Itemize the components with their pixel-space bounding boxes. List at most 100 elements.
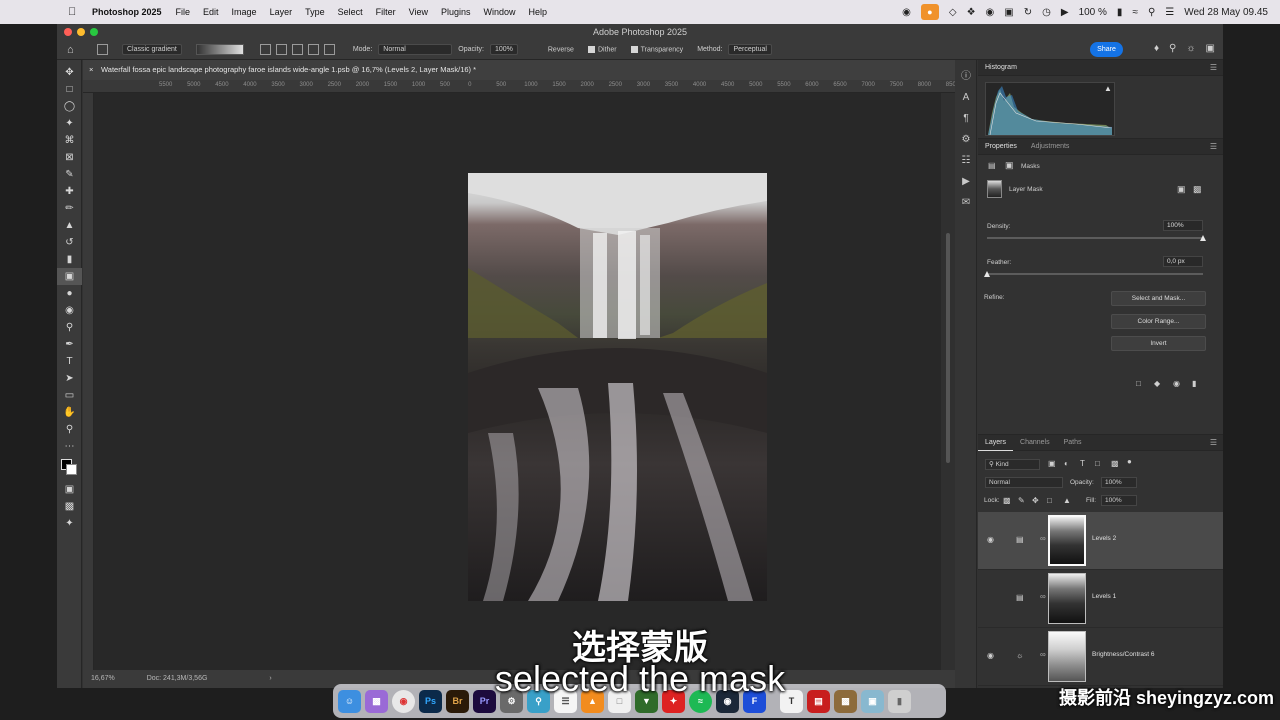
control-center-icon[interactable]: ☰	[1165, 7, 1174, 18]
bell-icon[interactable]: ♦	[1154, 43, 1159, 54]
comments-icon[interactable]: ✉	[955, 192, 977, 213]
app-status-icon[interactable]: ❖	[967, 7, 976, 18]
path-selection-tool-icon[interactable]: ➤	[57, 370, 82, 387]
radial-gradient-button[interactable]	[275, 44, 287, 55]
load-selection-icon[interactable]: □	[1136, 379, 1141, 388]
add-mask-icon[interactable]: ▩	[1193, 184, 1202, 195]
crop-tool-icon[interactable]: ⌘	[57, 132, 82, 149]
histogram-warning-icon[interactable]: ▲	[1104, 84, 1112, 93]
play-icon[interactable]: ▶	[1061, 7, 1069, 18]
waterfall-image[interactable]	[468, 173, 767, 601]
filter-type-icon[interactable]: T	[1080, 459, 1085, 468]
mask-link-icon[interactable]: ∞	[1040, 534, 1046, 543]
visibility-eye-icon[interactable]: ◉	[987, 535, 994, 544]
menu-view[interactable]: View	[409, 7, 428, 17]
method-dropdown[interactable]: Perceptual	[728, 44, 772, 55]
tab-properties[interactable]: Properties	[978, 139, 1024, 155]
app-name-menu[interactable]: Photoshop 2025	[92, 7, 162, 17]
color-range-button[interactable]: Color Range...	[1111, 314, 1206, 329]
tab-paths[interactable]: Paths	[1057, 435, 1089, 451]
minimize-window-button[interactable]	[77, 28, 85, 36]
home-icon[interactable]: ⌂	[67, 44, 87, 56]
zoom-lens-tool-icon[interactable]: ⚲	[57, 319, 82, 336]
navigator-icon[interactable]: ⚙	[955, 129, 977, 150]
marquee-tool-icon[interactable]: □	[57, 81, 82, 98]
tab-layers[interactable]: Layers	[978, 435, 1014, 451]
clock-text[interactable]: Wed 28 May 09.45	[1184, 7, 1268, 18]
mode-dropdown[interactable]: Normal	[378, 44, 453, 55]
eraser-tool-icon[interactable]: ▮	[57, 251, 82, 268]
tab-adjustments[interactable]: Adjustments	[1024, 139, 1077, 155]
pen-tool-icon[interactable]: ✒	[57, 336, 82, 353]
share-button[interactable]: Share	[1090, 42, 1123, 57]
wifi-status-icon[interactable]: ≈	[1132, 7, 1138, 18]
info-icon[interactable]: ⓘ	[955, 66, 977, 87]
filter-pixel-icon[interactable]: ▣	[1048, 459, 1056, 468]
filter-toggle-icon[interactable]: ●	[1127, 457, 1132, 466]
filter-smart-object-icon[interactable]: ▩	[1111, 459, 1119, 468]
screen-mode-icon[interactable]: ▩	[57, 498, 82, 515]
clock-icon[interactable]: ◷	[1042, 7, 1051, 18]
menu-window[interactable]: Window	[484, 7, 516, 17]
layer-name[interactable]: Levels 1	[1092, 593, 1116, 600]
layer-mask-thumbnail-selected[interactable]	[1048, 515, 1086, 566]
density-slider-knob[interactable]	[1200, 235, 1206, 241]
filter-shape-icon[interactable]: □	[1095, 459, 1100, 468]
background-color-swatch[interactable]	[66, 464, 77, 475]
menu-plugins[interactable]: Plugins	[441, 7, 471, 17]
lock-all-icon[interactable]: ▲	[1063, 496, 1071, 505]
lasso-tool-icon[interactable]: ◯	[57, 98, 82, 115]
fill-field[interactable]: 100%	[1101, 495, 1137, 506]
angle-gradient-button[interactable]	[291, 44, 303, 55]
character-icon[interactable]: A	[955, 87, 977, 108]
move-tool-icon[interactable]: ✥	[57, 64, 82, 81]
eyedropper-tool-icon[interactable]: ✎	[57, 166, 82, 183]
menu-image[interactable]: Image	[232, 7, 257, 17]
history-brush-tool-icon[interactable]: ↺	[57, 234, 82, 251]
menu-select[interactable]: Select	[338, 7, 363, 17]
gradient-tool-preset-icon[interactable]	[97, 44, 108, 55]
document-tab-close-icon[interactable]: ×	[89, 60, 93, 80]
scrollbar-thumb[interactable]	[946, 233, 950, 463]
filter-kind-dropdown[interactable]: ⚲ Kind	[985, 459, 1040, 470]
generative-icon[interactable]: ✦	[57, 515, 82, 532]
menu-filter[interactable]: Filter	[376, 7, 396, 17]
search-ps-icon[interactable]: ⚲	[1169, 43, 1176, 54]
blend-mode-dropdown[interactable]: Normal	[985, 477, 1063, 488]
opacity-field[interactable]: 100%	[489, 44, 518, 55]
horizontal-ruler[interactable]: 5500 5000 4500 4000 3500 3000 2500 2000 1500 1000…	[83, 80, 955, 93]
lightbulb-icon[interactable]: ☼	[1186, 43, 1195, 54]
libraries-icon[interactable]: ☷	[955, 150, 977, 171]
zoom-window-button[interactable]	[90, 28, 98, 36]
dodge-tool-icon[interactable]: ◉	[57, 302, 82, 319]
layer-row-levels-2[interactable]: ◉ ▤ ∞ Levels 2	[978, 512, 1223, 570]
reverse-checkbox[interactable]	[538, 46, 545, 53]
layer-mask-thumbnail[interactable]	[1048, 573, 1086, 624]
more-tools-icon[interactable]: ⋯	[57, 438, 82, 455]
density-slider[interactable]	[987, 237, 1203, 239]
menu-edit[interactable]: Edit	[203, 7, 219, 17]
filter-adjustment-icon[interactable]: ◐	[1064, 459, 1069, 468]
layer-opacity-field[interactable]: 100%	[1101, 477, 1137, 488]
document-tab[interactable]: × Waterfall fossa epic landscape photogr…	[83, 60, 955, 80]
lock-transparent-icon[interactable]: ▩	[1003, 496, 1011, 505]
sync-icon[interactable]: ↻	[1024, 7, 1032, 18]
display-icon[interactable]: ▣	[1004, 7, 1013, 18]
reflected-gradient-button[interactable]	[307, 44, 319, 55]
histogram-menu-icon[interactable]: ☰	[1210, 60, 1217, 76]
close-window-button[interactable]	[64, 28, 72, 36]
select-and-mask-button[interactable]: Select and Mask...	[1111, 291, 1206, 306]
transparency-checkbox[interactable]	[630, 45, 638, 53]
menu-help[interactable]: Help	[529, 7, 548, 17]
apple-menu-icon[interactable]: 	[68, 6, 84, 18]
clone-stamp-tool-icon[interactable]: ▲	[57, 217, 82, 234]
feather-slider[interactable]	[987, 273, 1203, 275]
diamond-gradient-button[interactable]	[323, 44, 335, 55]
layers-menu-icon[interactable]: ☰	[1210, 435, 1217, 451]
gradient-swatch[interactable]	[195, 44, 244, 55]
battery-icon[interactable]: ▮	[1117, 7, 1123, 18]
object-selection-tool-icon[interactable]: ✦	[57, 115, 82, 132]
lock-position-icon[interactable]: ✥	[1032, 496, 1039, 505]
wifi-icon[interactable]: ◉	[986, 7, 995, 18]
record-icon[interactable]: ◉	[902, 7, 911, 18]
